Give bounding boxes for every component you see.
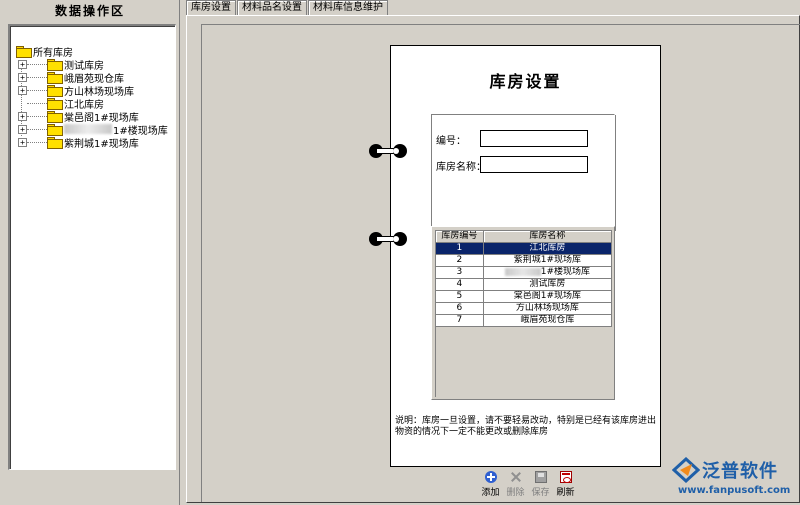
expand-icon[interactable]: + (18, 59, 27, 69)
cell-name: 棠邑阁1#现场库 (483, 291, 612, 303)
expand-icon[interactable]: + (18, 124, 27, 134)
cell-code: 7 (436, 315, 484, 327)
table-row[interactable]: 6 方山林场现场库 (436, 303, 612, 315)
cell-code: 3 (436, 267, 484, 279)
expand-icon[interactable]: + (18, 137, 27, 147)
warehouse-grid[interactable]: 库房编号 库房名称 1 江北库房 2 紫荆城1#现场库 3 1#楼现场库 4 测试库房 5 棠邑阁… (435, 230, 612, 397)
folder-icon (16, 46, 32, 58)
redacted-text (504, 267, 541, 276)
cell-name: 方山林场现场库 (483, 303, 612, 315)
grid-body: 1 江北库房 2 紫荆城1#现场库 3 1#楼现场库 4 测试库房 5 棠邑阁1#现场库 6 方山林场… (436, 243, 612, 327)
table-row[interactable]: 7 峨眉苑现仓库 (436, 315, 612, 327)
warehouse-grid-frame: 库房编号 库房名称 1 江北库房 2 紫荆城1#现场库 3 1#楼现场库 4 测试库房 5 棠邑阁… (431, 226, 615, 400)
table-row[interactable]: 5 棠邑阁1#现场库 (436, 291, 612, 303)
cell-name: 测试库房 (483, 279, 612, 291)
left-panel: 数据操作区 所有库房 + 测试库房 + 峨眉苑现仓库 + 方山林场现场库 江北库… (0, 0, 180, 505)
expand-icon[interactable]: + (18, 72, 27, 82)
refresh-icon (559, 471, 572, 483)
add-button[interactable]: 添加 (478, 470, 503, 498)
warehouse-form: 编号： 库房名称： (431, 114, 615, 230)
delete-button[interactable]: 删除 (503, 470, 528, 498)
expand-icon[interactable]: + (18, 111, 27, 121)
tree-node[interactable]: + 1#楼现场库 (18, 123, 168, 137)
tab-bar: 库房设置 材料品名设置 材料库信息维护 (186, 0, 389, 16)
add-icon (484, 471, 497, 483)
cell-code: 4 (436, 279, 484, 291)
delete-icon (510, 471, 522, 483)
tree-node[interactable]: + 峨眉苑现仓库 (18, 71, 124, 85)
tab-material-info-maintenance[interactable]: 材料库信息维护 (308, 0, 388, 15)
tree-node[interactable]: + 紫荆城1#现场库 (18, 136, 139, 150)
column-header-code[interactable]: 库房编号 (436, 231, 484, 243)
tree-node[interactable]: 江北库房 (18, 97, 104, 111)
tree-node[interactable]: + 测试库房 (18, 58, 104, 72)
warehouse-settings-card: 库房设置 编号： 库房名称： 库房编号 库房名称 1 江北库房 2 紫荆城1#现场库 3… (369, 45, 661, 467)
folder-icon (47, 124, 63, 136)
folder-icon (47, 137, 63, 149)
tree-node[interactable]: + 棠邑阁1#现场库 (18, 110, 139, 124)
column-header-name[interactable]: 库房名称 (483, 231, 612, 243)
save-button[interactable]: 保存 (528, 470, 553, 498)
tab-warehouse-settings[interactable]: 库房设置 (186, 0, 236, 16)
tree-root[interactable]: 所有库房 (16, 45, 73, 59)
save-icon (534, 471, 547, 483)
redacted-text (64, 124, 112, 134)
table-row[interactable]: 1 江北库房 (436, 243, 612, 255)
cell-code: 5 (436, 291, 484, 303)
logo-url: www.fanpusoft.com (678, 485, 791, 496)
brand-logo: 泛普软件 www.fanpusoft.com (672, 455, 796, 499)
cell-name: 峨眉苑现仓库 (483, 315, 612, 327)
folder-icon (47, 111, 63, 123)
card-title: 库房设置 (489, 72, 562, 91)
refresh-button[interactable]: 刷新 (553, 470, 578, 498)
cell-name: 紫荆城1#现场库 (483, 255, 612, 267)
tree-node[interactable]: + 方山林场现场库 (18, 84, 134, 98)
table-row[interactable]: 4 测试库房 (436, 279, 612, 291)
left-panel-title: 数据操作区 (54, 4, 125, 18)
binder-ring-icon (369, 144, 409, 158)
cell-code: 2 (436, 255, 484, 267)
warehouse-name-input[interactable] (480, 156, 588, 173)
cell-code: 6 (436, 303, 484, 315)
logo-mark-icon (672, 457, 700, 483)
logo-text: 泛普软件 (702, 461, 778, 482)
folder-icon (47, 59, 63, 71)
folder-icon (47, 98, 63, 110)
warehouse-tree[interactable]: 所有库房 + 测试库房 + 峨眉苑现仓库 + 方山林场现场库 江北库房 + 棠邑… (8, 24, 176, 470)
cell-name: 江北库房 (483, 243, 612, 255)
code-input[interactable] (480, 130, 588, 147)
cell-name: 1#楼现场库 (483, 267, 612, 279)
expand-icon[interactable]: + (18, 85, 27, 95)
action-toolbar: 添加 删除 保存 刷新 (478, 470, 578, 500)
name-label: 库房名称： (436, 162, 486, 173)
folder-icon (47, 85, 63, 97)
cell-code: 1 (436, 243, 484, 255)
usage-note: 说明：库房一旦设置，请不要轻易改动，特别是已经有该库房进出物资的情况下一定不能更… (395, 416, 657, 437)
cell-name-text: 1#楼现场库 (540, 267, 590, 277)
binder-ring-icon (369, 232, 409, 246)
folder-icon (47, 72, 63, 84)
table-row[interactable]: 3 1#楼现场库 (436, 267, 612, 279)
code-label: 编号： (436, 136, 466, 147)
grid-header: 库房编号 库房名称 (436, 231, 612, 243)
tab-material-name-settings[interactable]: 材料品名设置 (237, 0, 307, 15)
table-row[interactable]: 2 紫荆城1#现场库 (436, 255, 612, 267)
